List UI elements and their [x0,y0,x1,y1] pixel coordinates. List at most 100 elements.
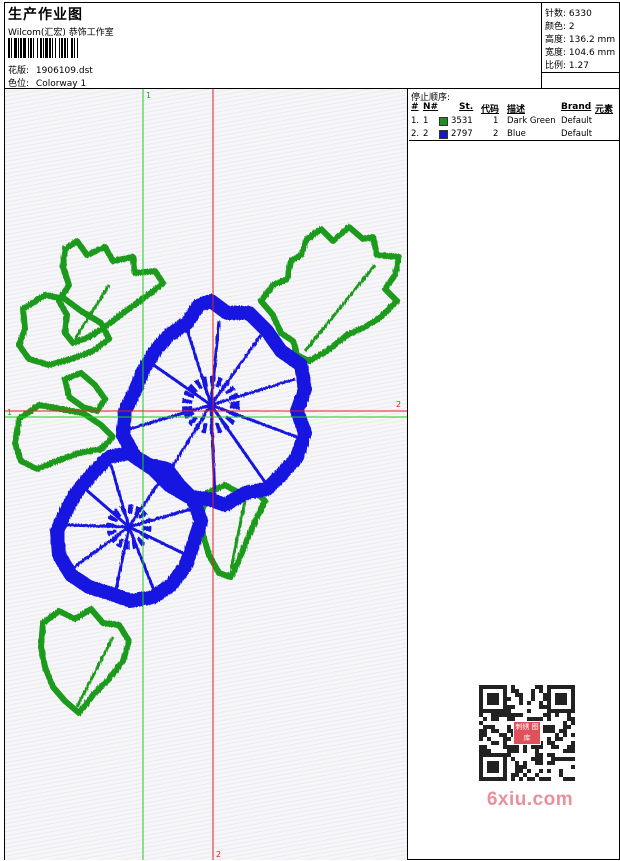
qr-module [563,749,567,753]
qr-module [539,777,543,781]
qr-module [479,733,483,737]
col-n: N# [423,102,439,112]
qr-module [483,749,487,753]
qr-module [539,757,543,761]
stop-sequence-panel: 停止顺序: # N# St. 代码 描述 Brand 元素 1. 1 3531 … [409,89,619,141]
qr-module [515,689,519,693]
qr-module [555,713,559,717]
qr-module [507,697,511,701]
sheet-header: 生产作业图 Wilcom(汇宏) 恭饰工作室 花版: 1906109.dst 色… [5,3,620,89]
qr-module [507,725,511,729]
guide-label-vertical-red: 2 [216,850,221,859]
qr-module [507,705,511,709]
qr-module [539,769,543,773]
qr-module [519,713,523,717]
design-file-value: 1906109.dst [35,66,93,76]
stat-scale: 比例: 1.27 [545,61,589,71]
qr-module [511,757,515,761]
colorway-value: Colorway 1 [35,79,87,89]
qr-finder [487,693,499,705]
qr-module [535,757,539,761]
qr-module [543,705,547,709]
qr-module [515,761,519,765]
qr-module [543,693,547,697]
qr-module [523,745,527,749]
qr-module [539,689,543,693]
qr-module [543,725,547,729]
qr-module [507,749,511,753]
color-swatch [439,117,448,126]
qr-module [559,757,563,761]
qr-module [571,717,575,721]
qr-module [527,709,531,713]
qr-module [483,733,487,737]
leaf-top-left [56,238,166,346]
col-num: # [411,102,419,112]
guide-label-vertical-green: 1 [146,91,151,100]
qr-finder [555,693,567,705]
qr-module [515,773,519,777]
qr-module [559,769,563,773]
qr-module [519,693,523,697]
qr-module [531,777,535,781]
qr-module [547,737,551,741]
company-name: Wilcom(汇宏) 恭饰工作室 [8,28,114,38]
qr-module [499,733,503,737]
qr-module [551,761,555,765]
guide-label-horizontal-red: 2 [396,400,401,409]
qr-module [527,701,531,705]
qr-module [511,689,515,693]
qr-module [479,749,483,753]
qr-module [535,685,539,689]
qr-module [491,729,495,733]
qr-module [511,713,515,717]
qr-module [503,737,507,741]
qr-module [491,741,495,745]
qr-module [483,729,487,733]
qr-module [567,713,571,717]
qr-module [547,713,551,717]
qr-module [491,713,495,717]
qr-module [503,741,507,745]
design-canvas: 1 1 2 2 [5,89,408,860]
colorway-line: 色位: Colorway 1 [8,76,86,89]
qr-module [515,749,519,753]
qr-module [571,721,575,725]
qr-module [483,725,487,729]
qr-module [527,777,531,781]
qr-module [567,757,571,761]
qr-module [539,745,543,749]
qr-module [479,721,483,725]
qr-module [479,745,483,749]
qr-module [507,745,511,749]
qr-module [551,757,555,761]
qr-module [547,717,551,721]
qr-module [539,761,543,765]
qr-module [523,749,527,753]
qr-module [535,745,539,749]
qr-module [539,701,543,705]
qr-module [535,761,539,765]
design-file-line: 花版: 1906109.dst [8,63,93,76]
qr-module [511,705,515,709]
qr-module [571,757,575,761]
design-file-label: 花版: [8,66,30,76]
qr-module [531,689,535,693]
qr-module [523,773,527,777]
qr-module [539,753,543,757]
sequence-row: 1. 1 3531 1 Dark Green Default [411,116,593,126]
qr-module [507,753,511,757]
qr-module [555,757,559,761]
leaf-bottom-left [38,606,132,716]
qr-module [559,737,563,741]
qr-module [571,733,575,737]
qr-module [563,757,567,761]
guide-label-horizontal-green: 1 [7,408,12,417]
stat-stitches: 针数: 6330 [545,9,592,19]
qr-module [547,741,551,745]
qr-module [551,753,555,757]
qr-module [535,749,539,753]
qr-module [563,721,567,725]
qr-module [507,713,511,717]
qr-module [531,745,535,749]
